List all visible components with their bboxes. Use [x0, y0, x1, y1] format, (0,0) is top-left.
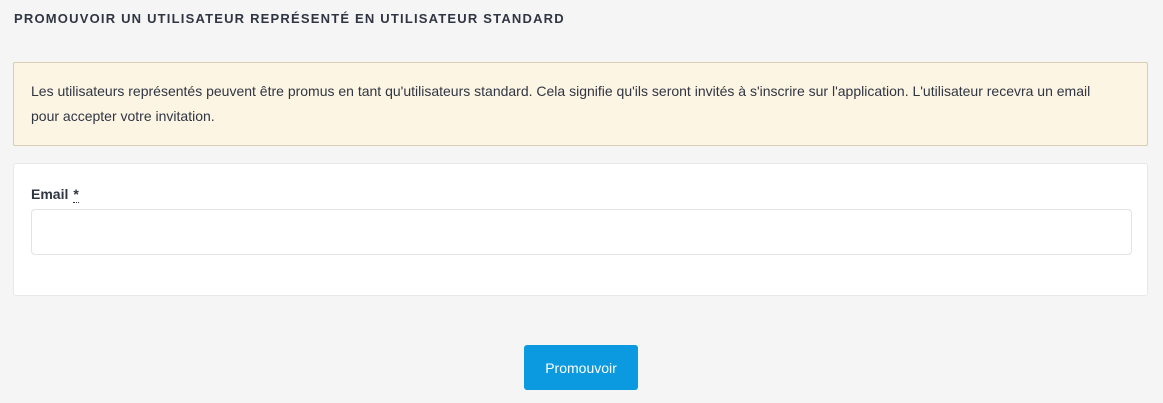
email-label-text: Email [31, 186, 69, 202]
required-mark: * [73, 186, 79, 203]
info-notice: Les utilisateurs représentés peuvent êtr… [13, 62, 1148, 146]
email-input[interactable] [31, 209, 1132, 255]
info-notice-text: Les utilisateurs représentés peuvent êtr… [31, 83, 1091, 124]
page-title: PROMOUVOIR UN UTILISATEUR REPRÉSENTÉ EN … [14, 11, 565, 26]
email-label: Email * [31, 186, 79, 203]
form-card: Email * [13, 163, 1148, 296]
promote-button[interactable]: Promouvoir [524, 345, 638, 390]
